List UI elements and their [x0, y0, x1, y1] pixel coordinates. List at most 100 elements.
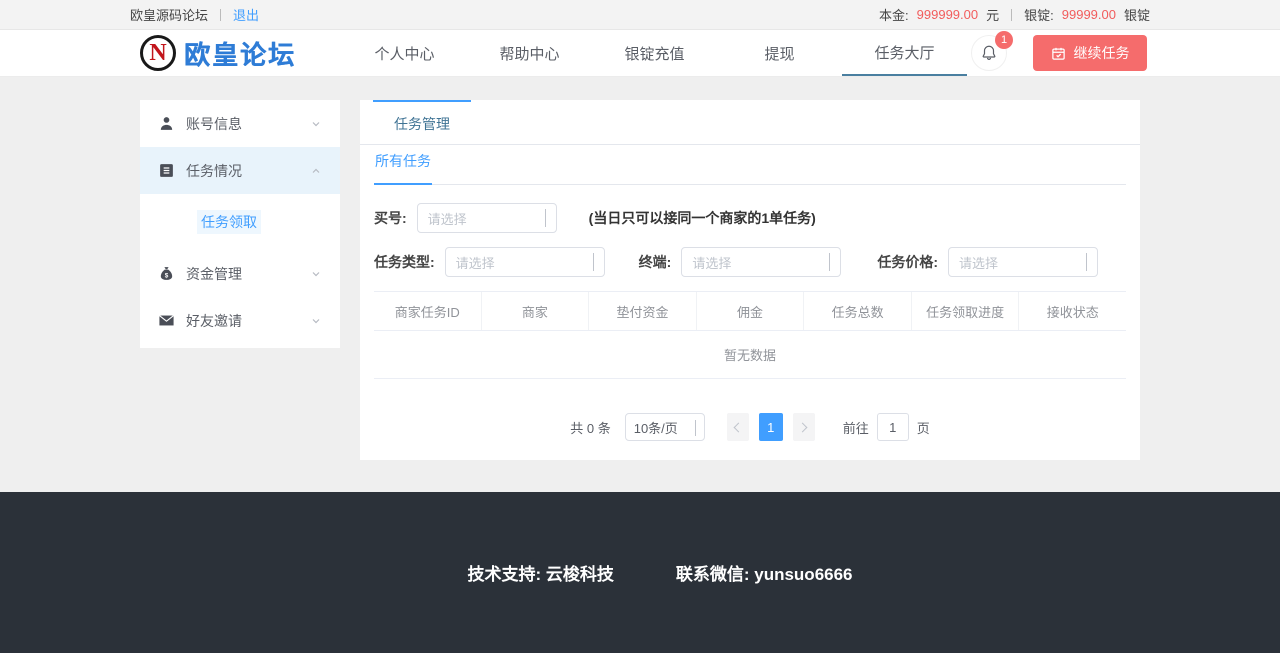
logo[interactable]: N 欧皇论坛	[140, 35, 330, 72]
notification-button[interactable]: 1	[971, 35, 1007, 71]
continue-task-button[interactable]: 继续任务	[1033, 35, 1147, 71]
money-bag-icon: $	[158, 265, 175, 282]
column-header: 任务总数	[804, 292, 912, 330]
column-header: 任务领取进度	[912, 292, 1020, 330]
terminal-select[interactable]: 请选择	[681, 247, 841, 277]
main-nav: 个人中心 帮助中心 银锭充值 提现 任务大厅	[342, 30, 967, 76]
principal-label: 本金:	[879, 5, 909, 24]
buyer-hint: (当日只可以接同一个商家的1单任务)	[589, 208, 816, 228]
card-tabs: 任务管理	[360, 100, 1140, 145]
task-type-select[interactable]: 请选择	[445, 247, 605, 277]
page-body: 账号信息 任务情况 任务领取	[0, 78, 1280, 492]
column-header: 接收状态	[1019, 292, 1126, 330]
goto-page-input[interactable]	[877, 413, 909, 441]
svg-text:$: $	[165, 272, 169, 279]
column-header: 商家任务ID	[374, 292, 482, 330]
ingot-label: 银锭:	[1024, 5, 1054, 24]
table-empty-state: 暂无数据	[374, 331, 1126, 379]
price-select[interactable]: 请选择	[948, 247, 1098, 277]
notification-badge: 1	[995, 31, 1013, 49]
chevron-down-icon	[310, 268, 322, 280]
buyer-label: 买号:	[374, 208, 407, 228]
task-management-card: 任务管理 所有任务 买号: 请选择 (当日只可以接同一个商家的1单任务) 任务类…	[360, 100, 1140, 460]
page-size-value: 10条/页	[634, 418, 678, 437]
nav-item-help-center[interactable]: 帮助中心	[467, 30, 592, 76]
logo-icon: N	[140, 35, 176, 71]
terminal-label: 终端:	[639, 252, 672, 272]
table-header-row: 商家任务ID 商家 垫付资金 佣金 任务总数 任务领取进度 接收状态	[374, 292, 1126, 331]
chevron-down-icon	[593, 253, 594, 271]
goto-label: 前往	[843, 418, 869, 437]
chevron-down-icon	[829, 253, 830, 271]
sidebar-subitem-label: 任务领取	[197, 210, 261, 234]
mail-icon	[158, 312, 175, 329]
footer-support: 技术支持: 云梭科技	[467, 560, 613, 585]
footer: 技术支持: 云梭科技 联系微信: yunsuo6666	[0, 492, 1280, 653]
pagination: 共 0 条 10条/页 1 前往 页	[360, 413, 1140, 441]
site-name: 欧皇源码论坛	[130, 5, 208, 24]
price-placeholder: 请选择	[959, 253, 998, 272]
page-number-1[interactable]: 1	[759, 413, 783, 441]
task-type-label: 任务类型:	[374, 252, 435, 272]
sidebar-subitem-task-receive[interactable]: 任务领取	[140, 194, 340, 250]
terminal-placeholder: 请选择	[692, 253, 731, 272]
sidebar: 账号信息 任务情况 任务领取	[140, 100, 340, 348]
tab-all-tasks[interactable]: 所有任务	[374, 151, 432, 185]
tab-task-management[interactable]: 任务管理	[373, 100, 471, 145]
sidebar-item-account-info[interactable]: 账号信息	[140, 100, 340, 147]
header: N 欧皇论坛 个人中心 帮助中心 银锭充值 提现 任务大厅 1 继续任务	[0, 30, 1280, 77]
filters: 买号: 请选择 (当日只可以接同一个商家的1单任务) 任务类型: 请选择 终端:…	[360, 185, 1140, 277]
principal-unit: 元	[986, 5, 999, 24]
nav-item-personal-center[interactable]: 个人中心	[342, 30, 467, 76]
prev-page-button[interactable]	[727, 413, 749, 441]
logo-monogram: N	[149, 41, 166, 65]
sidebar-item-task-status[interactable]: 任务情况	[140, 147, 340, 194]
sidebar-item-friend-invite[interactable]: 好友邀请	[140, 297, 340, 344]
buyer-select[interactable]: 请选择	[417, 203, 557, 233]
chevron-down-icon	[310, 118, 322, 130]
price-label: 任务价格:	[877, 252, 938, 272]
filter-row-options: 任务类型: 请选择 终端: 请选择 任务价格: 请选择	[374, 247, 1126, 277]
nav-item-withdraw[interactable]: 提现	[717, 30, 842, 76]
buyer-placeholder: 请选择	[428, 209, 467, 228]
sidebar-item-label: 账号信息	[186, 114, 242, 134]
sub-tabs: 所有任务	[374, 145, 1126, 185]
pagination-total: 共 0 条	[570, 418, 610, 437]
page-size-select[interactable]: 10条/页	[625, 413, 705, 441]
logout-link[interactable]: 退出	[233, 5, 259, 24]
topbar-left: 欧皇源码论坛 退出	[130, 5, 259, 24]
goto-page: 前往 页	[843, 413, 930, 441]
chevron-down-icon	[1086, 253, 1087, 271]
ingot-unit: 银锭	[1124, 5, 1150, 24]
nav-item-task-hall[interactable]: 任务大厅	[842, 30, 967, 76]
topbar: 欧皇源码论坛 退出 本金: 999999.00 元 银锭: 99999.00 银…	[0, 0, 1280, 30]
sidebar-item-label: 任务情况	[186, 161, 242, 181]
sidebar-item-label: 好友邀请	[186, 311, 242, 331]
principal-value: 999999.00	[917, 7, 978, 22]
list-icon	[158, 162, 175, 179]
user-icon	[158, 115, 175, 132]
chevron-left-icon	[734, 422, 744, 432]
topbar-right: 本金: 999999.00 元 银锭: 99999.00 银锭	[879, 5, 1150, 24]
chevron-down-icon	[310, 315, 322, 327]
calendar-check-icon	[1051, 46, 1066, 61]
chevron-down-icon	[695, 420, 696, 435]
next-page-button[interactable]	[793, 413, 815, 441]
ingot-value: 99999.00	[1062, 7, 1116, 22]
filter-row-buyer: 买号: 请选择 (当日只可以接同一个商家的1单任务)	[374, 203, 1126, 233]
bell-icon	[980, 44, 998, 62]
chevron-down-icon	[545, 209, 546, 227]
divider	[220, 9, 221, 21]
continue-task-label: 继续任务	[1074, 43, 1130, 63]
column-header: 垫付资金	[589, 292, 697, 330]
sidebar-item-fund-management[interactable]: $ 资金管理	[140, 250, 340, 297]
task-type-placeholder: 请选择	[456, 253, 495, 272]
divider	[1011, 9, 1012, 21]
tasks-table: 商家任务ID 商家 垫付资金 佣金 任务总数 任务领取进度 接收状态 暂无数据	[374, 291, 1126, 379]
nav-item-ingot-recharge[interactable]: 银锭充值	[592, 30, 717, 76]
chevron-right-icon	[798, 422, 808, 432]
column-header: 商家	[482, 292, 590, 330]
chevron-up-icon	[310, 165, 322, 177]
column-header: 佣金	[697, 292, 805, 330]
sidebar-item-label: 资金管理	[186, 264, 242, 284]
